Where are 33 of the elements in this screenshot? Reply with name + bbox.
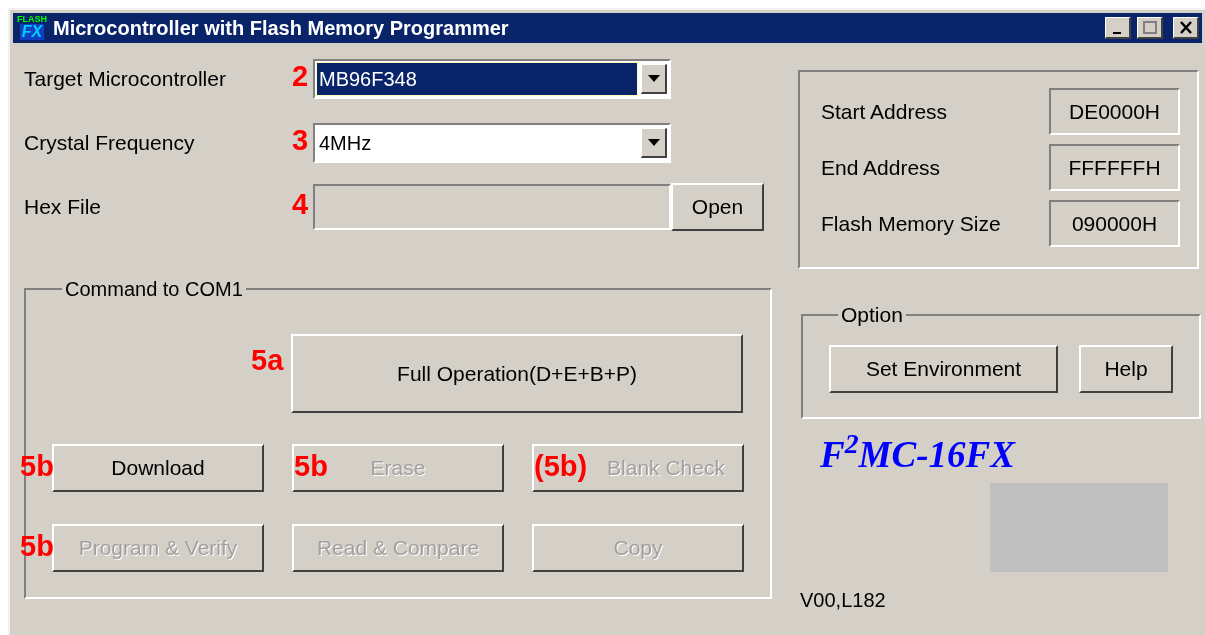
info-label: Flash Memory Size [821,210,1002,237]
annotation-label: (5b) [534,452,588,481]
info-label: End Address [821,154,942,181]
dropdown-value: MB96F348 [317,63,637,95]
value-field: FFFFFFH [1049,144,1180,191]
button[interactable]: Download [52,444,264,492]
annotation-label: 2 [292,62,309,91]
minimize-icon[interactable] [1105,17,1131,39]
window-title: Microcontroller with Flash Memory Programmer [53,16,510,41]
field-label: Target Microcontroller [24,67,226,91]
value-field: DE0000H [1049,88,1180,135]
product-logo: F$^{2}$MC-16FX [820,433,1017,477]
annotation-label: 5b [20,532,54,561]
version-text: V00,L182 [800,588,887,613]
annotation-label: 5a [251,346,284,375]
group-title: Command to COM1 [64,277,244,302]
annotation-label: 3 [292,126,309,155]
dropdown[interactable]: MB96F348 [313,59,671,99]
annotation-label: 5b [294,452,328,481]
close-icon[interactable] [1173,17,1199,39]
group-title: Option [840,302,904,328]
info-label: Start Address [821,98,949,125]
field-label: Hex File [24,195,102,219]
value-field: 090000H [1049,200,1180,247]
button[interactable]: Help [1079,344,1173,393]
button[interactable]: Full Operation(D+E+B+P) [291,334,743,413]
button[interactable]: Set Environment [829,344,1058,393]
maximize-icon[interactable] [1137,17,1163,39]
annotation-label: 4 [292,190,309,219]
field-label: Crystal Frequency [24,131,195,155]
dropdown[interactable]: 4MHz [313,123,671,163]
app-logo: FLASH FX [17,14,47,42]
annotation-label: 5b [20,452,54,481]
